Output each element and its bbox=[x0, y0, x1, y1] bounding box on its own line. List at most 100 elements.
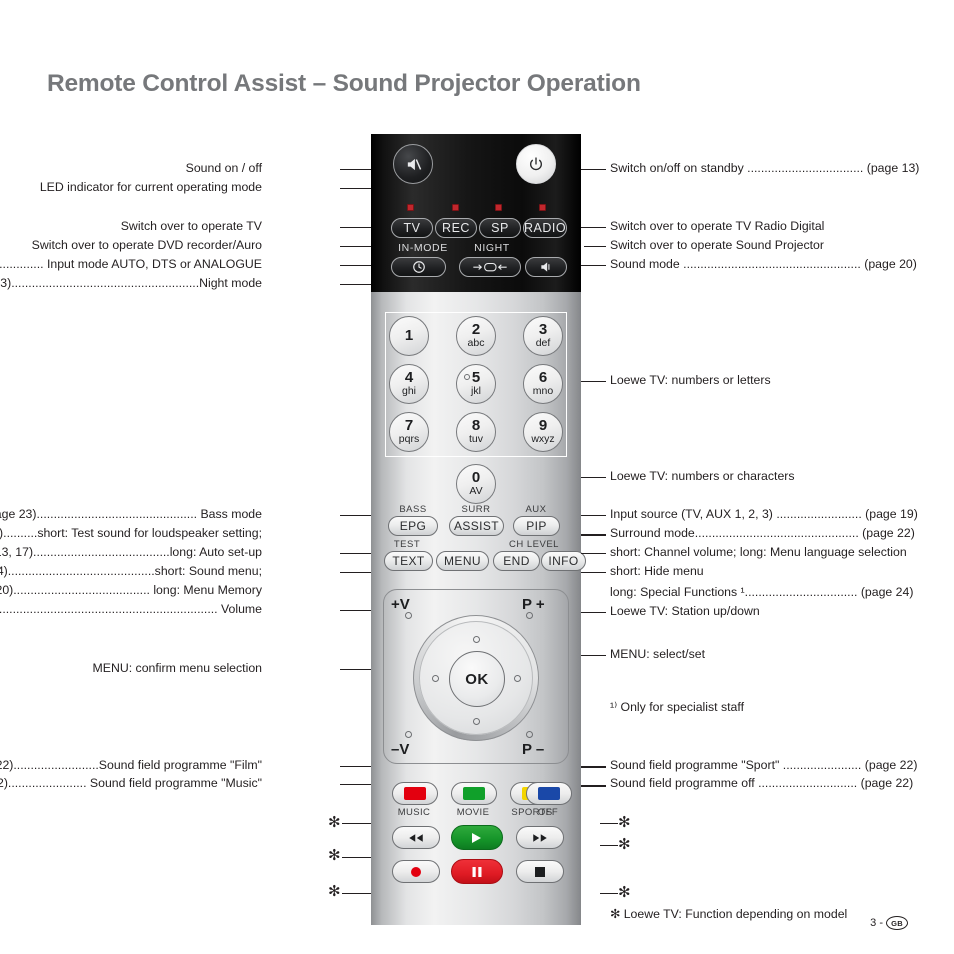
leader-line bbox=[581, 612, 606, 613]
leader-line bbox=[581, 227, 606, 228]
key-3[interactable]: 3 def bbox=[523, 316, 563, 356]
leader-line bbox=[581, 534, 606, 536]
fast-forward-button[interactable] bbox=[516, 826, 564, 849]
ok-button[interactable]: OK bbox=[449, 651, 505, 707]
rewind-icon bbox=[409, 833, 423, 842]
mode-button-rec[interactable]: REC bbox=[435, 218, 477, 238]
key-7-digit: 7 bbox=[404, 417, 414, 435]
color-button-music[interactable] bbox=[392, 782, 438, 805]
color-button-movie[interactable] bbox=[451, 782, 497, 805]
leader-line bbox=[581, 655, 606, 656]
leader-line bbox=[600, 823, 618, 824]
key-9[interactable]: 9 wxyz bbox=[523, 412, 563, 452]
power-standby-button[interactable] bbox=[516, 144, 556, 184]
key-1-digit: 1 bbox=[404, 327, 414, 344]
rewind-button[interactable] bbox=[392, 826, 440, 849]
key-7[interactable]: 7 pqrs bbox=[389, 412, 429, 452]
end-button[interactable]: END bbox=[493, 551, 540, 571]
key-4-digit: 4 bbox=[404, 369, 414, 387]
leader-line bbox=[600, 893, 618, 894]
annotation-sound-menu: (page 24)...............................… bbox=[0, 564, 262, 578]
annotation-sound-field-music: (page 22)....................... Sound f… bbox=[0, 776, 262, 790]
program-down-dot bbox=[526, 731, 533, 738]
key-6-letters: mno bbox=[532, 385, 554, 398]
key-6[interactable]: 6 mno bbox=[523, 364, 563, 404]
caption-test: TEST bbox=[393, 539, 421, 550]
key-5-digit: 5 bbox=[471, 369, 481, 387]
volume-down-dot bbox=[405, 731, 412, 738]
sound-mode-button[interactable] bbox=[525, 257, 567, 277]
remote-control-illustration: TV REC SP RADIO IN-MODE NIGHT 1 2 abc 3 … bbox=[371, 134, 586, 925]
red-swatch-icon bbox=[404, 787, 426, 800]
annotation-bass-mode: (page 23)...............................… bbox=[0, 507, 262, 521]
key-2[interactable]: 2 abc bbox=[456, 316, 496, 356]
annotation-sound-on-off: Sound on / off bbox=[185, 161, 262, 175]
info-button[interactable]: INFO bbox=[541, 551, 586, 571]
led-indicator-sp bbox=[495, 204, 502, 211]
night-mode-button[interactable] bbox=[459, 257, 521, 277]
key-0-av[interactable]: 0 AV bbox=[456, 464, 496, 504]
play-button[interactable] bbox=[451, 825, 503, 850]
power-standby-icon bbox=[530, 157, 542, 171]
color-label-music: MUSIC bbox=[397, 807, 431, 818]
leader-line bbox=[581, 766, 606, 768]
program-up-dot bbox=[526, 612, 533, 619]
green-swatch-icon bbox=[463, 787, 485, 800]
in-mode-button[interactable] bbox=[391, 257, 446, 277]
mute-button[interactable] bbox=[393, 144, 433, 184]
key-2-digit: 2 bbox=[471, 321, 481, 339]
color-label-movie: MOVIE bbox=[456, 807, 490, 818]
epg-button[interactable]: EPG bbox=[388, 516, 438, 536]
pause-button[interactable] bbox=[451, 859, 503, 884]
leader-line bbox=[342, 823, 371, 824]
volume-up-dot bbox=[405, 612, 412, 619]
annotation-sound-projector: Switch over to operate Sound Projector bbox=[610, 238, 824, 252]
key-5[interactable]: 5 jkl bbox=[456, 364, 496, 404]
leader-line bbox=[340, 265, 371, 266]
annotation-menu-memory: (page 20)...............................… bbox=[0, 583, 262, 597]
leader-line bbox=[342, 857, 371, 858]
volume-down-label[interactable]: –V bbox=[391, 741, 409, 758]
annotation-menu-confirm: MENU: confirm menu selection bbox=[92, 661, 262, 675]
annotation-numbers-characters: Loewe TV: numbers or characters bbox=[610, 469, 795, 483]
color-label-off: OFF bbox=[537, 807, 559, 818]
clock-icon bbox=[412, 261, 425, 273]
footer-language-badge: GB bbox=[886, 916, 908, 930]
stop-button[interactable] bbox=[516, 860, 564, 883]
nav-dot-down bbox=[473, 718, 480, 725]
leader-line bbox=[581, 265, 606, 266]
key-2-letters: abc bbox=[467, 337, 485, 350]
pip-button[interactable]: PIP bbox=[513, 516, 560, 536]
volume-up-label[interactable]: +V bbox=[391, 596, 410, 613]
speaker-icon bbox=[541, 262, 550, 272]
annotation-menu-select-set: MENU: select/set bbox=[610, 647, 705, 661]
blue-swatch-icon bbox=[538, 787, 560, 800]
led-indicator-tv bbox=[407, 204, 414, 211]
mode-button-sp[interactable]: SP bbox=[479, 218, 521, 238]
leader-line bbox=[581, 515, 606, 516]
menu-button[interactable]: MENU bbox=[436, 551, 489, 571]
annotation-input-source: Input source (TV, AUX 1, 2, 3) .........… bbox=[610, 507, 918, 521]
key-4[interactable]: 4 ghi bbox=[389, 364, 429, 404]
nav-dot-up bbox=[473, 636, 480, 643]
key-8[interactable]: 8 tuv bbox=[456, 412, 496, 452]
annotation-operate-dvd: Switch over to operate DVD recorder/Auro bbox=[31, 238, 262, 252]
leader-line bbox=[340, 553, 371, 554]
key-8-letters: tuv bbox=[468, 433, 483, 446]
record-button[interactable] bbox=[392, 860, 440, 883]
key-3-digit: 3 bbox=[538, 321, 548, 339]
mode-button-radio[interactable]: RADIO bbox=[523, 218, 567, 238]
program-down-label[interactable]: P – bbox=[522, 741, 544, 758]
key-1[interactable]: 1 bbox=[389, 316, 429, 356]
annotation-channel-volume: short: Channel volume; long: Menu langua… bbox=[610, 545, 907, 559]
key-9-letters: wxyz bbox=[531, 433, 555, 446]
key-0-letters: AV bbox=[469, 485, 483, 498]
color-button-off[interactable] bbox=[526, 782, 572, 805]
leader-line bbox=[584, 246, 606, 247]
assist-button[interactable]: ASSIST bbox=[449, 516, 504, 536]
text-button[interactable]: TEXT bbox=[384, 551, 433, 571]
annotation-led-indicator: LED indicator for current operating mode bbox=[39, 180, 262, 194]
mode-button-tv[interactable]: TV bbox=[391, 218, 433, 238]
program-up-label[interactable]: P + bbox=[522, 596, 545, 613]
mute-speaker-icon bbox=[407, 158, 421, 170]
